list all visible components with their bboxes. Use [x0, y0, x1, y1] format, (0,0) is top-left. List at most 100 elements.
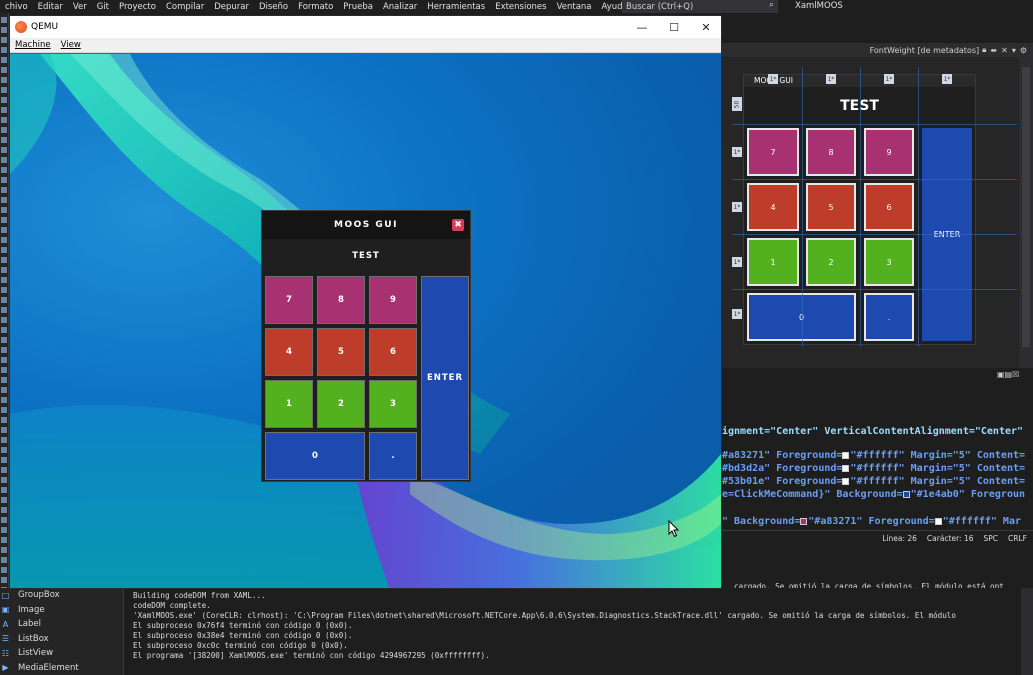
toolbox-item-mediaelement[interactable]: ▶ MediaElement [0, 661, 123, 675]
split-view-icons[interactable]: ▣▤☒ [997, 370, 1019, 379]
key-6-button[interactable]: 6 [369, 328, 417, 376]
char-indicator[interactable]: Carácter: 16 [927, 534, 974, 543]
tool-icon[interactable] [1, 517, 7, 523]
spc-indicator[interactable]: SPC [984, 534, 999, 543]
row-marker[interactable]: 1* [732, 202, 742, 212]
key-5-button[interactable]: 5 [317, 328, 365, 376]
tool-icon[interactable] [1, 337, 7, 343]
key-4-button[interactable]: 4 [265, 328, 313, 376]
tool-icon[interactable] [1, 267, 7, 273]
tool-icon[interactable] [1, 227, 7, 233]
menu-formato[interactable]: Formato [293, 2, 338, 12]
key-7-button[interactable]: 7 [265, 276, 313, 324]
tool-icon[interactable] [1, 397, 7, 403]
designer-key-5[interactable]: 5 [806, 183, 856, 231]
tool-icon[interactable] [1, 487, 7, 493]
toolbox-item-listbox[interactable]: ☰ ListBox [0, 632, 123, 647]
designer-key-dot[interactable]: . [864, 293, 914, 341]
column-marker[interactable]: 1* [884, 74, 894, 84]
key-2-button[interactable]: 2 [317, 380, 365, 428]
tool-icon[interactable] [1, 297, 7, 303]
row-marker[interactable]: 1* [732, 257, 742, 267]
close-icon[interactable]: ✖ [452, 219, 464, 231]
tool-icon[interactable] [1, 467, 7, 473]
xaml-designer-canvas[interactable]: 50 MOOS GUI TEST 7 8 9 4 5 6 1 2 3 0 . E… [722, 57, 1019, 368]
menu-proyecto[interactable]: Proyecto [114, 2, 161, 12]
toolbox-item-groupbox[interactable]: □ GroupBox [0, 588, 123, 603]
column-marker[interactable]: 1* [826, 74, 836, 84]
guest-desktop[interactable]: MOOS GUI ✖ TEST 7 8 9 4 5 6 1 2 3 0 . EN… [10, 54, 721, 588]
designer-key-1[interactable]: 1 [747, 238, 799, 286]
tool-icon[interactable] [1, 557, 7, 563]
menu-view[interactable]: View [56, 40, 86, 50]
menu-depurar[interactable]: Depurar [209, 2, 254, 12]
menu-herramientas[interactable]: Herramientas [422, 2, 490, 12]
scrollbar-thumb[interactable] [1022, 67, 1030, 347]
key-dot-button[interactable]: . [369, 432, 417, 480]
menu-diseno[interactable]: Diseño [254, 2, 293, 12]
tool-icon[interactable] [1, 257, 7, 263]
tool-icon[interactable] [1, 87, 7, 93]
tool-icon[interactable] [1, 457, 7, 463]
tool-icon[interactable] [1, 237, 7, 243]
designer-key-7[interactable]: 7 [747, 128, 799, 176]
key-3-button[interactable]: 3 [369, 380, 417, 428]
menu-editar[interactable]: Editar [33, 2, 68, 12]
menu-machine[interactable]: Machine [10, 40, 56, 50]
tool-icon[interactable] [1, 57, 7, 63]
tool-icon[interactable] [1, 67, 7, 73]
tool-icon[interactable] [1, 207, 7, 213]
key-0-button[interactable]: 0 [265, 432, 365, 480]
key-8-button[interactable]: 8 [317, 276, 365, 324]
tool-icon[interactable] [1, 307, 7, 313]
tool-icon[interactable] [1, 317, 7, 323]
row-marker[interactable]: 1* [732, 147, 742, 157]
menu-analizar[interactable]: Analizar [378, 2, 422, 12]
toolbox-item-label[interactable]: A Label [0, 617, 123, 632]
vs-search-input[interactable]: Buscar (Ctrl+Q) ⌕ [622, 0, 778, 13]
tool-icon[interactable] [1, 127, 7, 133]
xaml-code-editor[interactable]: ignment="Center" VerticalContentAlignmen… [722, 380, 1033, 545]
tool-icon[interactable] [1, 437, 7, 443]
menu-ver[interactable]: Ver [68, 2, 92, 12]
designer-key-2[interactable]: 2 [806, 238, 856, 286]
tool-icon[interactable] [1, 447, 7, 453]
designer-key-3[interactable]: 3 [864, 238, 914, 286]
tool-icon[interactable] [1, 577, 7, 583]
tool-icon[interactable] [1, 537, 7, 543]
toolbox-item-listview[interactable]: ☷ ListView [0, 646, 123, 661]
chevron-down-icon[interactable]: ▾ [1012, 46, 1016, 55]
menu-compilar[interactable]: Compilar [161, 2, 209, 12]
designer-key-4[interactable]: 4 [747, 183, 799, 231]
column-marker[interactable]: 1* [942, 74, 952, 84]
tool-icon[interactable] [1, 147, 7, 153]
tool-icon[interactable] [1, 77, 7, 83]
designer-key-6[interactable]: 6 [864, 183, 914, 231]
tool-icon[interactable] [1, 547, 7, 553]
tool-icon[interactable] [1, 417, 7, 423]
tool-icon[interactable] [1, 367, 7, 373]
tool-icon[interactable] [1, 247, 7, 253]
moos-gui-window[interactable]: MOOS GUI ✖ TEST 7 8 9 4 5 6 1 2 3 0 . EN… [261, 210, 471, 482]
tool-icon[interactable] [1, 347, 7, 353]
qemu-titlebar[interactable]: QEMU — ☐ ✕ [10, 16, 721, 38]
property-tab-label[interactable]: FontWeight [de metadatos] [870, 46, 980, 55]
tool-icon[interactable] [1, 287, 7, 293]
enter-button[interactable]: ENTER [421, 276, 469, 480]
menu-ventana[interactable]: Ventana [552, 2, 597, 12]
row-marker[interactable]: 1* [732, 309, 742, 319]
tool-icon[interactable] [1, 357, 7, 363]
tool-icon[interactable] [1, 137, 7, 143]
tool-icon[interactable] [1, 157, 7, 163]
tool-icon[interactable] [1, 167, 7, 173]
designer-key-8[interactable]: 8 [806, 128, 856, 176]
tool-icon[interactable] [1, 197, 7, 203]
tool-icon[interactable] [1, 37, 7, 43]
qemu-window[interactable]: QEMU — ☐ ✕ Machine View MOOS GUI ✖ TEST … [9, 15, 722, 589]
gear-icon[interactable]: ⚙ [1020, 46, 1027, 55]
key-1-button[interactable]: 1 [265, 380, 313, 428]
menu-git[interactable]: Git [92, 2, 114, 12]
tool-icon[interactable] [1, 527, 7, 533]
key-9-button[interactable]: 9 [369, 276, 417, 324]
column-marker[interactable]: 1* [768, 74, 778, 84]
